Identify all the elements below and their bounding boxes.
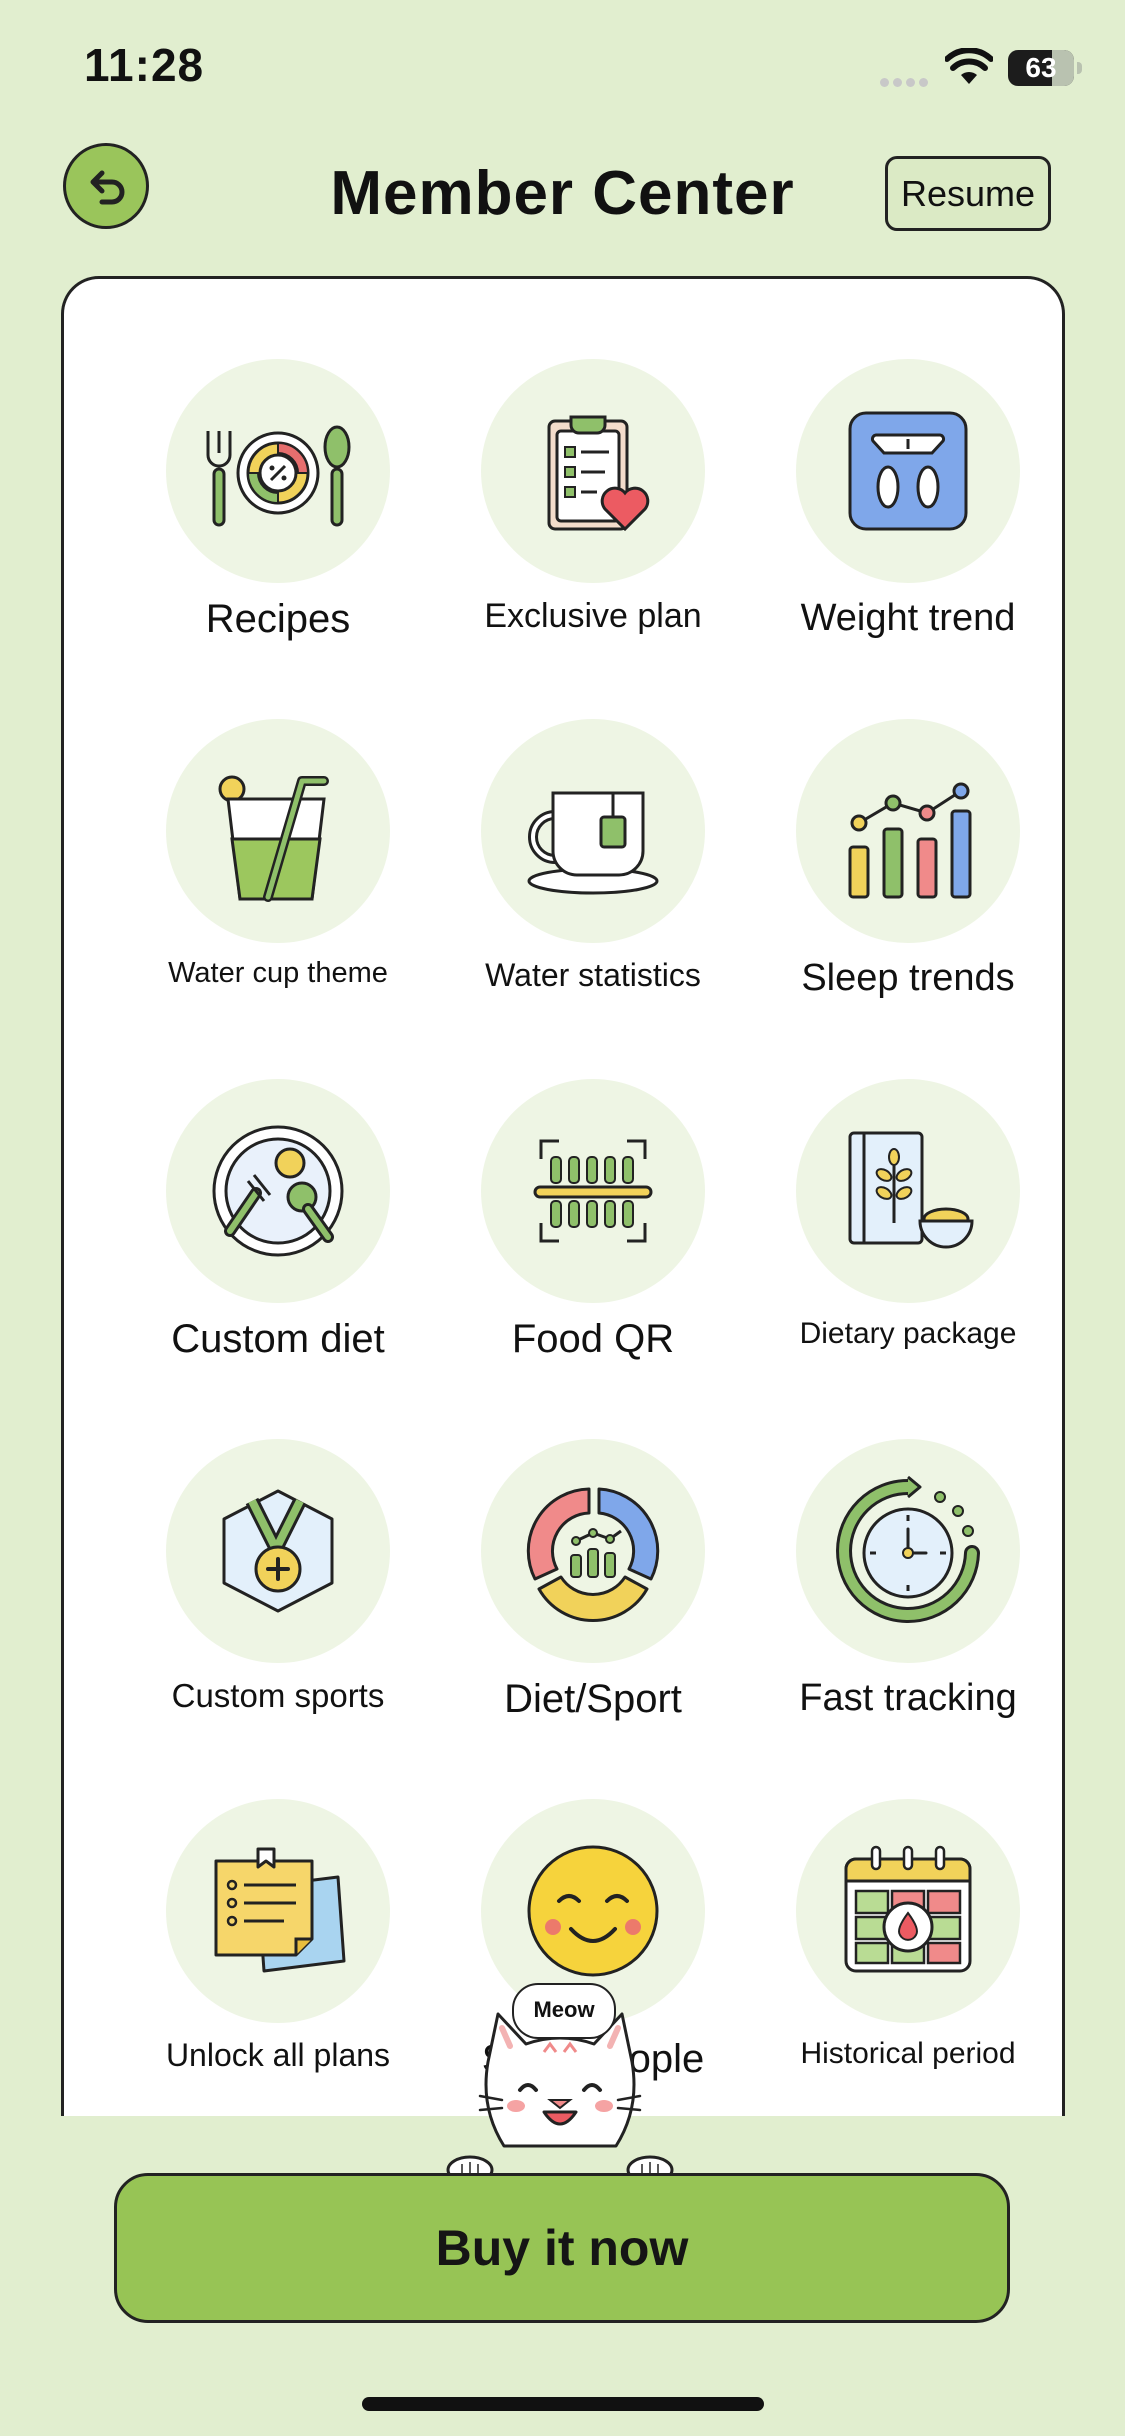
feature-label: Unlock all plans bbox=[165, 2037, 391, 2073]
feature-label: Sleep trends bbox=[801, 957, 1015, 999]
feature-label: Diet/Sport bbox=[504, 1677, 682, 1721]
feature-custom-sports[interactable]: Custom sports bbox=[126, 1439, 426, 1759]
feature-icon-circle bbox=[166, 359, 390, 583]
feature-icon-circle bbox=[796, 719, 1020, 943]
feature-icon-circle bbox=[796, 1079, 1020, 1303]
feature-label: Dietary package bbox=[799, 1317, 1017, 1350]
feature-recipes[interactable]: Recipes bbox=[126, 359, 426, 679]
feature-fast-tracking[interactable]: Fast tracking bbox=[756, 1439, 1056, 1759]
features-card: Recipes Exclusive plan Weight trend Wate… bbox=[61, 276, 1065, 2116]
home-indicator[interactable] bbox=[362, 2397, 764, 2411]
clipboard-heart-icon bbox=[547, 415, 650, 532]
feature-icon-circle bbox=[166, 1799, 390, 2023]
buy-now-button[interactable]: Buy it now bbox=[114, 2173, 1010, 2323]
timer-icon bbox=[836, 1475, 980, 1623]
feature-icon-circle bbox=[166, 719, 390, 943]
feature-weight-trend[interactable]: Weight trend bbox=[756, 359, 1056, 679]
feature-label: Water statistics bbox=[485, 957, 701, 993]
recipe-book-icon bbox=[848, 1131, 974, 1249]
battery-icon: 63 bbox=[1008, 50, 1074, 86]
feature-label: Fast tracking bbox=[799, 1677, 1017, 1719]
recipes-plate-icon bbox=[206, 425, 351, 527]
feature-icon-circle bbox=[166, 1439, 390, 1663]
feature-exclusive-plan[interactable]: Exclusive plan bbox=[441, 359, 741, 679]
feature-icon-circle bbox=[481, 719, 705, 943]
feature-icon-circle bbox=[481, 359, 705, 583]
bar-chart-icon bbox=[848, 782, 972, 899]
battery-tip bbox=[1077, 62, 1082, 74]
status-bar: 11:28 63 bbox=[0, 0, 1125, 140]
barcode-scan-icon bbox=[533, 1139, 653, 1243]
feature-food-qr[interactable]: Food QR bbox=[441, 1079, 741, 1399]
wifi-icon bbox=[945, 48, 993, 84]
smiley-face-icon bbox=[527, 1845, 659, 1977]
feature-sleep-trends[interactable]: Sleep trends bbox=[756, 719, 1056, 1039]
feature-icon-circle bbox=[166, 1079, 390, 1303]
calendar-drop-icon bbox=[844, 1845, 972, 1973]
tea-cup-icon bbox=[527, 791, 659, 895]
feature-historical-period[interactable]: Historical period bbox=[756, 1799, 1056, 2116]
speech-bubble: Meow bbox=[512, 1983, 616, 2039]
feature-icon-circle bbox=[481, 1079, 705, 1303]
feature-label: Custom sports bbox=[171, 1677, 385, 1714]
feature-custom-diet[interactable]: Custom diet bbox=[126, 1079, 426, 1399]
feature-icon-circle bbox=[796, 359, 1020, 583]
feature-label: Water cup theme bbox=[168, 957, 388, 989]
feature-label: Food QR bbox=[511, 1317, 675, 1361]
medal-icon bbox=[222, 1489, 334, 1613]
feature-icon-circle bbox=[796, 1799, 1020, 2023]
feature-icon-circle bbox=[796, 1439, 1020, 1663]
feature-label: Historical period bbox=[800, 2037, 1016, 2070]
status-time: 11:28 bbox=[84, 39, 205, 91]
feature-label: Recipes bbox=[205, 597, 351, 641]
cellular-signal-icon bbox=[880, 74, 932, 92]
donut-chart-icon bbox=[526, 1487, 660, 1623]
feature-label: Exclusive plan bbox=[484, 597, 702, 635]
feature-unlock-all-plans[interactable]: Unlock all plans bbox=[126, 1799, 426, 2116]
feature-water-statistics[interactable]: Water statistics bbox=[441, 719, 741, 1039]
notes-icon bbox=[214, 1847, 346, 1973]
feature-water-cup-theme[interactable]: Water cup theme bbox=[126, 719, 426, 1039]
battery-level: 63 bbox=[1025, 52, 1057, 83]
feature-icon-circle bbox=[481, 1439, 705, 1663]
water-cup-icon bbox=[218, 775, 329, 902]
feature-diet-sport[interactable]: Diet/Sport bbox=[441, 1439, 741, 1759]
feature-label: Custom diet bbox=[171, 1317, 385, 1361]
diet-plate-icon bbox=[212, 1125, 344, 1257]
feature-label: Weight trend bbox=[800, 597, 1016, 639]
feature-dietary-package[interactable]: Dietary package bbox=[756, 1079, 1056, 1399]
weight-scale-icon bbox=[848, 411, 968, 531]
resume-button[interactable]: Resume bbox=[885, 156, 1051, 231]
